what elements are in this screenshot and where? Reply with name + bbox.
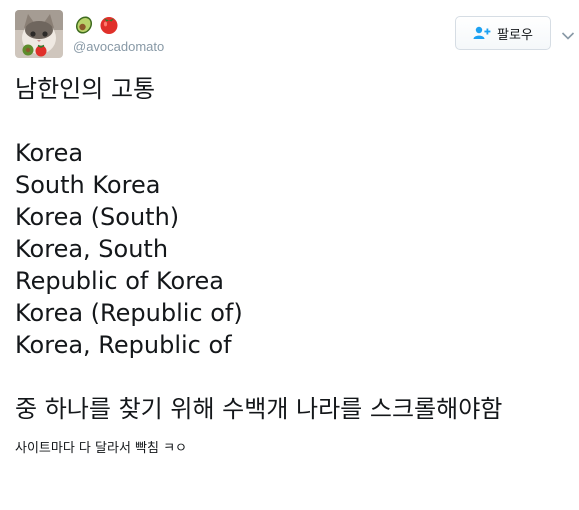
add-user-icon xyxy=(473,26,491,39)
display-name[interactable] xyxy=(73,12,120,36)
chevron-down-icon xyxy=(561,32,575,40)
avatar-image xyxy=(15,10,63,58)
country-name-line: Korea xyxy=(15,139,84,167)
avocado-emoji-icon xyxy=(75,16,93,34)
tomato-emoji-icon xyxy=(100,17,118,34)
country-name-line: Korea (Republic of) xyxy=(15,299,243,327)
tweet-tail-line: 중 하나를 찾기 위해 수백개 나라를 스크롤해야함 xyxy=(15,395,503,423)
avatar[interactable] xyxy=(15,10,63,58)
follow-button-label: 팔로우 xyxy=(497,27,533,43)
country-name-list: Korea South Korea Korea (South) Korea, S… xyxy=(15,137,575,361)
more-options-caret[interactable] xyxy=(561,26,575,40)
country-name-line: Republic of Korea xyxy=(15,267,225,295)
tweet-title-line: 남한인의 고통 xyxy=(15,75,156,103)
country-name-line: Korea, Republic of xyxy=(15,331,232,359)
tweet-small-line: 사이트마다 다 달라서 빡침 ㅋㅇ xyxy=(15,441,188,456)
country-name-line: Korea, South xyxy=(15,235,169,263)
country-name-line: South Korea xyxy=(15,171,161,199)
tweet-card: @avocadomato 팔로우 남한인의 고통 Korea South Kor… xyxy=(0,0,579,510)
tweet-text: 남한인의 고통 Korea South Korea Korea (South) … xyxy=(15,73,575,459)
user-handle[interactable]: @avocadomato xyxy=(73,39,164,54)
country-name-line: Korea (South) xyxy=(15,203,180,231)
follow-button[interactable]: 팔로우 xyxy=(455,16,551,50)
